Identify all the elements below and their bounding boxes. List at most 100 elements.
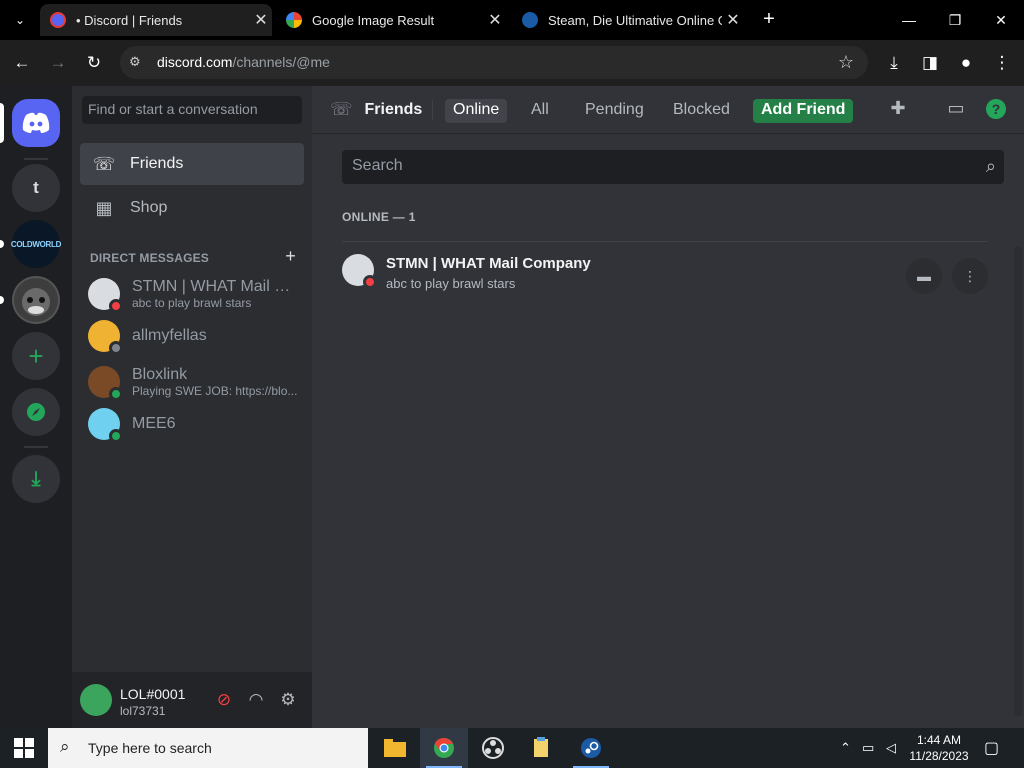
profile-icon[interactable]: ●: [954, 51, 978, 75]
friends-topbar: ☏ Friends Online All Pending Blocked Add…: [312, 86, 1024, 134]
page-title: ☏ Friends: [330, 99, 423, 119]
tab-title: Google Image Result: [312, 12, 435, 28]
friend-row[interactable]: STMN | WHAT Mail Company abc to play bra…: [342, 246, 988, 308]
tab-steam[interactable]: Steam, Die Ultimative Online Ga ✕: [512, 4, 744, 36]
clock-time: 1:44 AM: [916, 733, 962, 747]
dm-name: MEE6: [132, 415, 176, 432]
steam-icon[interactable]: [567, 728, 615, 768]
discord-home-button[interactable]: [0, 99, 60, 147]
explore-servers-button[interactable]: [12, 388, 60, 436]
dm-name: Bloxlink: [132, 366, 188, 383]
headphones-icon[interactable]: ◠: [245, 690, 267, 712]
tab-google-image[interactable]: Google Image Result ✕: [276, 4, 506, 36]
tab-discord[interactable]: • Discord | Friends ✕: [40, 4, 272, 36]
system-clock[interactable]: 1:44 AM 11/28/2023: [904, 732, 974, 764]
tab-online[interactable]: Online: [445, 99, 508, 123]
volume-muted-icon[interactable]: ◁: [886, 740, 896, 756]
online-status-icon: [109, 429, 123, 443]
site-info-icon[interactable]: ⚙: [129, 54, 145, 70]
server-t[interactable]: t: [12, 164, 60, 212]
direct-messages-header: DIRECT MESSAGES +: [90, 246, 296, 266]
search-icon: ⌕: [985, 156, 996, 176]
tab-title: Steam, Die Ultimative Online Ga: [548, 12, 722, 28]
dm-item[interactable]: Bloxlink Playing SWE JOB: https://blo...: [80, 360, 304, 404]
menu-kebab-icon[interactable]: ⋮: [990, 51, 1014, 75]
obs-icon[interactable]: [469, 728, 517, 768]
add-friend-button[interactable]: Add Friend: [753, 99, 854, 123]
create-dm-icon[interactable]: +: [285, 246, 296, 267]
show-hidden-icons-icon[interactable]: ⌃: [840, 740, 851, 756]
url-text: discord.com/channels/@me: [157, 54, 330, 70]
close-tab-icon[interactable]: ✕: [722, 10, 744, 30]
new-tab-icon[interactable]: +: [758, 8, 780, 30]
chrome-icon[interactable]: [420, 728, 468, 768]
friends-wave-icon: ☏: [92, 153, 116, 174]
friend-activity: abc to play brawl stars: [386, 276, 516, 291]
address-bar[interactable]: ⚙ discord.com/channels/@me ☆: [120, 46, 868, 79]
server-cat[interactable]: [0, 276, 60, 324]
close-tab-icon[interactable]: ✕: [484, 10, 506, 30]
new-group-dm-icon[interactable]: ✚: [886, 98, 910, 122]
network-icon[interactable]: ▭: [862, 740, 874, 756]
dm-item[interactable]: allmyfellas: [80, 314, 304, 358]
browser-toolbar: ← → ↻ ⚙ discord.com/channels/@me ☆ ⤓ ◨ ●…: [0, 40, 1024, 86]
tab-all[interactable]: All: [523, 99, 557, 123]
compass-icon: [27, 403, 45, 421]
online-status-icon: [109, 387, 123, 401]
notifications-icon[interactable]: ▢: [984, 738, 999, 758]
friends-search-input[interactable]: Search ⌕: [342, 150, 1004, 184]
message-icon[interactable]: ▬: [906, 258, 942, 294]
user-avatar[interactable]: [80, 684, 112, 716]
tab-title: • Discord | Friends: [76, 12, 183, 28]
avatar: [88, 408, 123, 443]
taskbar-search-input[interactable]: ⌕ Type here to search: [48, 728, 368, 768]
add-server-button[interactable]: +: [12, 332, 60, 380]
download-apps-button[interactable]: ⤓: [12, 455, 60, 503]
avatar: [88, 278, 123, 313]
help-icon[interactable]: ?: [984, 98, 1008, 122]
dm-activity: abc to play brawl stars: [132, 296, 252, 310]
scrollbar[interactable]: [1014, 246, 1022, 716]
offline-status-icon: [109, 341, 123, 355]
user-tag: lol73731: [120, 704, 166, 718]
dm-item[interactable]: MEE6: [80, 402, 304, 446]
settings-gear-icon[interactable]: ⚙: [277, 690, 299, 712]
bookmark-star-icon[interactable]: ☆: [838, 52, 854, 73]
reload-icon[interactable]: ↻: [82, 51, 106, 75]
browser-tabbar: ⌄ • Discord | Friends ✕ Google Image Res…: [0, 0, 1024, 40]
mute-mic-icon[interactable]: ⊘: [213, 690, 235, 712]
windows-start-icon[interactable]: [14, 738, 34, 758]
more-options-icon[interactable]: ⋮: [952, 258, 988, 294]
discord-favicon-icon: [50, 12, 66, 28]
minimize-icon[interactable]: —: [894, 8, 924, 32]
discord-logo-icon: [22, 112, 50, 133]
nav-shop[interactable]: ▦ Shop: [80, 187, 304, 229]
windows-taskbar: ⌕ Type here to search ⌃ ▭ ◁ 1:44 AM 11/2…: [0, 728, 1024, 768]
forward-icon[interactable]: →: [46, 51, 70, 75]
restore-icon[interactable]: ❐: [940, 8, 970, 32]
side-panel-icon[interactable]: ◨: [918, 51, 942, 75]
help-circle-icon: ?: [986, 99, 1006, 119]
dm-item[interactable]: STMN | WHAT Mail Co... abc to play brawl…: [80, 272, 304, 316]
dnd-status-icon: [109, 299, 123, 313]
nav-friends[interactable]: ☏ Friends: [80, 143, 304, 185]
tab-search-icon[interactable]: ⌄: [8, 8, 32, 32]
avatar: [88, 320, 123, 355]
close-tab-icon[interactable]: ✕: [250, 10, 272, 30]
back-icon[interactable]: ←: [10, 51, 34, 75]
svg-text:?: ?: [992, 101, 1001, 117]
file-explorer-icon[interactable]: [371, 728, 419, 768]
find-conversation-button[interactable]: Find or start a conversation: [82, 96, 302, 124]
nav-label: Friends: [130, 155, 184, 172]
notepad-icon[interactable]: [518, 728, 566, 768]
download-icon[interactable]: ⤓: [882, 51, 906, 75]
friends-wave-icon: ☏: [330, 99, 353, 119]
tab-blocked[interactable]: Blocked: [665, 99, 738, 123]
close-window-icon[interactable]: ✕: [986, 8, 1016, 32]
server-coldworld[interactable]: COLDWORLD: [0, 220, 61, 268]
dm-name: allmyfellas: [132, 327, 207, 344]
tab-pending[interactable]: Pending: [577, 99, 652, 123]
clock-date: 11/28/2023: [909, 749, 969, 763]
inbox-icon[interactable]: ▭: [944, 98, 968, 122]
username[interactable]: LOL#0001: [120, 686, 185, 702]
